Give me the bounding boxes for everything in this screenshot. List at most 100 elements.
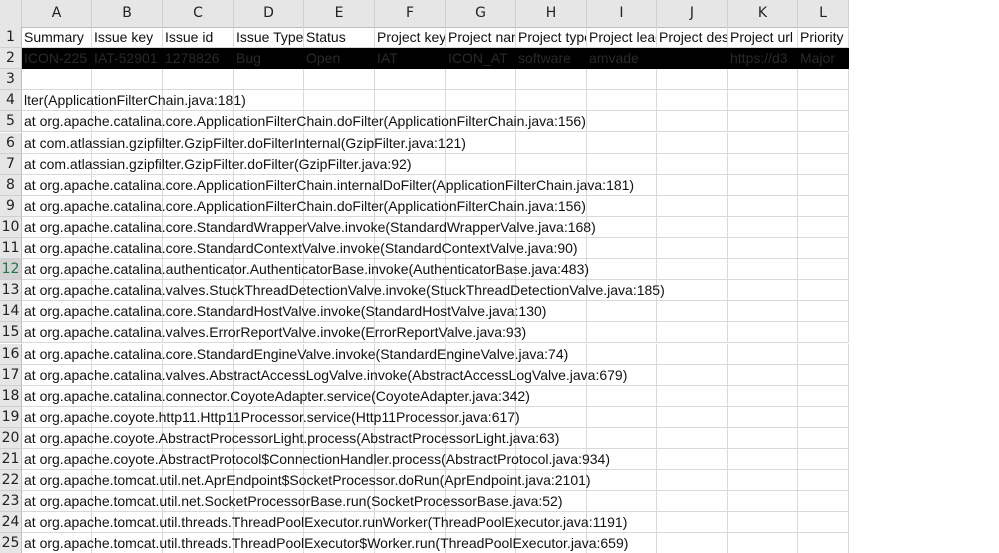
select-all-corner[interactable] xyxy=(0,0,22,27)
row-header-19[interactable]: 19 xyxy=(0,406,22,428)
row-header-9[interactable]: 9 xyxy=(0,195,22,217)
redacted-data-cell[interactable]: Open xyxy=(304,48,375,70)
row-header-21[interactable]: 21 xyxy=(0,449,22,471)
row-header-25[interactable]: 25 xyxy=(0,533,22,553)
column-header-f[interactable]: F xyxy=(375,0,446,27)
column-header-j[interactable]: J xyxy=(657,0,728,27)
header-cell[interactable]: Issue key xyxy=(92,27,163,49)
stack-trace-cell[interactable]: at org.apache.catalina.core.ApplicationF… xyxy=(22,196,849,217)
redacted-data-cell[interactable]: ICON_AT xyxy=(446,48,516,70)
column-header-d[interactable]: D xyxy=(234,0,304,27)
column-header-g[interactable]: G xyxy=(446,0,516,27)
stack-trace-cell[interactable]: at org.apache.catalina.core.StandardWrap… xyxy=(22,217,849,238)
row-header-16[interactable]: 16 xyxy=(0,343,22,365)
redacted-data-cell[interactable]: IAT xyxy=(375,48,446,70)
stack-trace-cell[interactable]: at org.apache.catalina.valves.AbstractAc… xyxy=(22,365,849,386)
empty-cell[interactable] xyxy=(22,69,92,91)
stack-trace-cell[interactable]: at org.apache.coyote.AbstractProcessorLi… xyxy=(22,428,849,449)
empty-cell[interactable] xyxy=(446,69,516,91)
empty-cell[interactable] xyxy=(728,69,798,91)
row-header-12[interactable]: 12 xyxy=(0,259,22,281)
column-header-e[interactable]: E xyxy=(304,0,375,27)
sheet-row-22: at org.apache.tomcat.util.net.AprEndpoin… xyxy=(22,470,849,492)
empty-cell[interactable] xyxy=(587,69,657,91)
stack-trace-cell[interactable]: at org.apache.catalina.core.ApplicationF… xyxy=(22,175,849,196)
header-cell[interactable]: Summary xyxy=(22,27,92,49)
row-header-13[interactable]: 13 xyxy=(0,280,22,302)
column-header-b[interactable]: B xyxy=(92,0,163,27)
stack-trace-cell[interactable]: at org.apache.catalina.valves.ErrorRepor… xyxy=(22,322,849,344)
row-header-3[interactable]: 3 xyxy=(0,69,22,91)
stack-trace-cell[interactable]: at com.atlassian.gzipfilter.GzipFilter.d… xyxy=(22,154,849,175)
row-header-7[interactable]: 7 xyxy=(0,153,22,175)
stack-trace-cell[interactable]: at org.apache.catalina.core.ApplicationF… xyxy=(22,111,849,133)
header-cell[interactable]: Status xyxy=(304,27,375,49)
empty-cell[interactable] xyxy=(657,69,728,91)
redacted-data-cell[interactable]: Major xyxy=(798,48,849,70)
row-header-6[interactable]: 6 xyxy=(0,132,22,154)
stack-trace-cell[interactable]: at org.apache.tomcat.util.net.SocketProc… xyxy=(22,491,849,513)
empty-cell[interactable] xyxy=(516,69,587,91)
stack-trace-cell[interactable]: at org.apache.coyote.http11.Http11Proces… xyxy=(22,407,849,428)
row-header-23[interactable]: 23 xyxy=(0,491,22,513)
empty-cell[interactable] xyxy=(92,69,163,91)
redacted-data-cell[interactable]: IAT-52901 xyxy=(92,48,163,70)
redacted-data-cell[interactable]: ICON-225 xyxy=(22,48,92,70)
row-header-5[interactable]: 5 xyxy=(0,111,22,133)
row-header-24[interactable]: 24 xyxy=(0,512,22,534)
column-header-i[interactable]: I xyxy=(587,0,657,27)
row-header-20[interactable]: 20 xyxy=(0,427,22,449)
row-header-11[interactable]: 11 xyxy=(0,238,22,260)
redacted-data-cell[interactable]: 1278826 xyxy=(163,48,234,70)
row-header-15[interactable]: 15 xyxy=(0,322,22,344)
column-header-c[interactable]: C xyxy=(163,0,234,27)
header-cell[interactable]: Project description xyxy=(657,27,728,49)
header-cell[interactable]: Project key xyxy=(375,27,446,49)
redacted-data-cell[interactable] xyxy=(657,48,728,70)
spreadsheet-grid[interactable]: A B C D E F G H I J K L 1 Summary Issue ke… xyxy=(0,0,849,553)
column-header-k[interactable]: K xyxy=(728,0,798,27)
stack-trace-cell[interactable]: at org.apache.catalina.valves.StuckThrea… xyxy=(22,280,849,302)
empty-cell[interactable] xyxy=(375,69,446,91)
header-cell[interactable]: Priority xyxy=(798,27,849,49)
column-header-a[interactable]: A xyxy=(22,0,92,27)
redacted-data-cell[interactable]: https://d3 xyxy=(728,48,798,70)
row-header-17[interactable]: 17 xyxy=(0,364,22,386)
stack-trace-cell[interactable]: at org.apache.tomcat.util.net.AprEndpoin… xyxy=(22,470,849,492)
stack-trace-cell[interactable]: at org.apache.catalina.connector.CoyoteA… xyxy=(22,386,849,407)
redacted-data-cell[interactable]: Bug xyxy=(234,48,304,70)
row-header-10[interactable]: 10 xyxy=(0,216,22,238)
stack-trace-cell[interactable]: at org.apache.catalina.core.StandardEngi… xyxy=(22,344,849,365)
stack-trace-cell[interactable]: at org.apache.tomcat.util.threads.Thread… xyxy=(22,512,849,534)
header-cell[interactable]: Project lead xyxy=(587,27,657,49)
stack-trace-cell[interactable]: at com.atlassian.gzipfilter.GzipFilter.d… xyxy=(22,133,849,154)
redacted-data-cell[interactable]: amvade xyxy=(587,48,657,70)
row-header-1[interactable]: 1 xyxy=(0,27,22,49)
row-header-8[interactable]: 8 xyxy=(0,174,22,196)
row-header-14[interactable]: 14 xyxy=(0,301,22,323)
empty-cell[interactable] xyxy=(234,69,304,91)
empty-cell[interactable] xyxy=(304,69,375,91)
column-header-l[interactable]: L xyxy=(798,0,849,27)
stack-trace-cell[interactable]: at org.apache.catalina.authenticator.Aut… xyxy=(22,259,849,281)
header-cell[interactable]: Project url xyxy=(728,27,798,49)
empty-cell[interactable] xyxy=(798,69,849,91)
empty-cell[interactable] xyxy=(163,69,234,91)
stack-trace-cell[interactable]: at org.apache.tomcat.util.threads.Thread… xyxy=(22,533,849,553)
header-cell[interactable]: Issue Type xyxy=(234,27,304,49)
stack-trace-cell[interactable]: at org.apache.catalina.core.StandardHost… xyxy=(22,301,849,323)
row-header-22[interactable]: 22 xyxy=(0,470,22,492)
sheet-row-16: at org.apache.catalina.core.StandardEngi… xyxy=(22,343,849,365)
row-header-4[interactable]: 4 xyxy=(0,90,22,112)
header-cell[interactable]: Project type xyxy=(516,27,587,49)
row-header-2[interactable]: 2 xyxy=(0,48,22,70)
stack-trace-cell[interactable]: lter(ApplicationFilterChain.java:181) xyxy=(22,90,849,112)
column-header-h[interactable]: H xyxy=(516,0,587,27)
sheet-row-24: at org.apache.tomcat.util.threads.Thread… xyxy=(22,512,849,534)
header-cell[interactable]: Project name xyxy=(446,27,516,49)
header-cell[interactable]: Issue id xyxy=(163,27,234,49)
stack-trace-cell[interactable]: at org.apache.catalina.core.StandardCont… xyxy=(22,238,849,260)
redacted-data-cell[interactable]: software xyxy=(516,48,587,70)
stack-trace-cell[interactable]: at org.apache.coyote.AbstractProtocol$Co… xyxy=(22,449,849,471)
row-header-18[interactable]: 18 xyxy=(0,385,22,407)
